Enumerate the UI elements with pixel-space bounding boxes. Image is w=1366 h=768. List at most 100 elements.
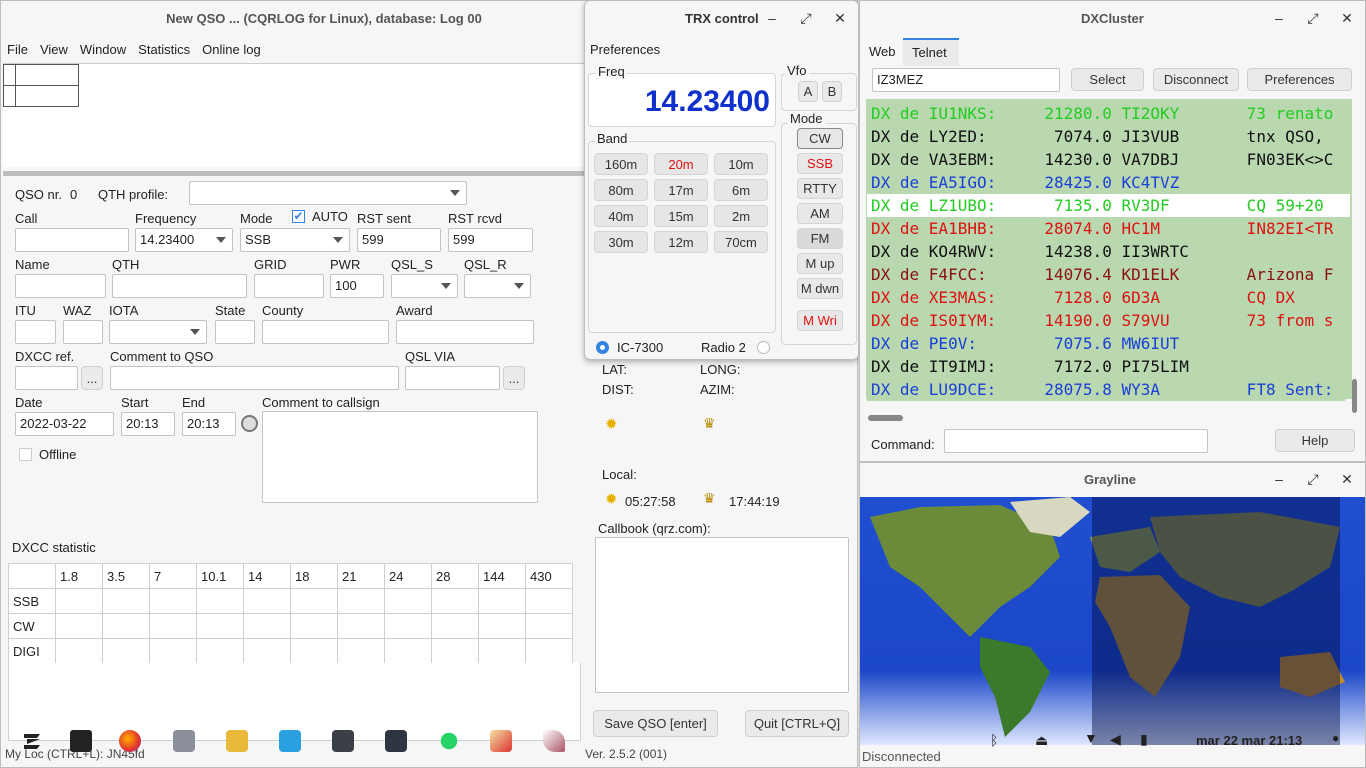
band-12m-button[interactable]: 12m	[654, 231, 708, 253]
band-20m-button[interactable]: 20m	[654, 153, 708, 175]
comment-qso-input[interactable]	[110, 366, 399, 390]
eject-icon[interactable]: ⏏	[1035, 732, 1048, 749]
qth-profile-select[interactable]	[189, 181, 467, 205]
state-input[interactable]	[215, 320, 255, 344]
band-80m-button[interactable]: 80m	[594, 179, 648, 201]
minimize-icon[interactable]: –	[766, 10, 778, 26]
qsl-s-select[interactable]	[391, 274, 458, 298]
mode-am-button[interactable]: AM	[797, 203, 843, 224]
band-70cm-button[interactable]: 70cm	[714, 231, 768, 253]
spot-row[interactable]: DX de EA1BHB: 28074.0 HC1M IN82EI<TR	[867, 217, 1350, 240]
radio1-radio[interactable]	[596, 341, 609, 354]
date-input[interactable]: 2022-03-22	[15, 412, 114, 436]
radio2-radio[interactable]	[757, 341, 770, 354]
menu-file[interactable]: File	[7, 42, 28, 57]
dxcc-ref-input[interactable]	[15, 366, 78, 390]
spot-row[interactable]: DX de KO4RWV: 14238.0 II3WRTC	[867, 240, 1350, 263]
maximize-icon[interactable]: ⤢	[1307, 10, 1319, 27]
bluetooth-icon[interactable]: ᛒ	[990, 732, 998, 748]
pwr-input[interactable]: 100	[330, 274, 384, 298]
quit-button[interactable]: Quit [CTRL+Q]	[745, 710, 849, 737]
spot-row[interactable]: DX de PE0V: 7075.6 MW6IUT	[867, 332, 1350, 355]
award-input[interactable]	[396, 320, 534, 344]
camera-icon[interactable]	[279, 730, 301, 752]
dxc-vscrollbar[interactable]	[1352, 379, 1357, 413]
file-manager-icon[interactable]	[173, 730, 195, 752]
dxcc-browse-button[interactable]: ...	[81, 366, 103, 390]
vfo-a-button[interactable]: A	[798, 81, 818, 102]
mode-down-button[interactable]: M dwn	[797, 278, 843, 299]
panel-datetime[interactable]: mar 22 mar 21:13	[1196, 733, 1302, 748]
files-window-icon[interactable]	[70, 730, 92, 752]
close-icon[interactable]: ✕	[1341, 10, 1353, 27]
calculator-icon[interactable]	[332, 730, 354, 752]
dxc-disconnect-button[interactable]: Disconnect	[1153, 68, 1239, 91]
spot-row[interactable]: DX de F4FCC: 14076.4 KD1ELK Arizona F	[867, 263, 1350, 286]
mode-ssb-button[interactable]: SSB	[797, 153, 843, 174]
county-input[interactable]	[262, 320, 389, 344]
waz-input[interactable]	[63, 320, 103, 344]
splitter[interactable]	[3, 171, 587, 176]
dxc-callsign-input[interactable]: IZ3MEZ	[872, 68, 1060, 92]
qsl-r-select[interactable]	[464, 274, 531, 298]
band-160m-button[interactable]: 160m	[594, 153, 648, 175]
clock-icon[interactable]	[241, 415, 258, 432]
rst-rcvd-input[interactable]: 599	[448, 228, 533, 252]
qth-input[interactable]	[112, 274, 247, 298]
rst-sent-input[interactable]: 599	[357, 228, 441, 252]
spot-row[interactable]: DX de EA5IGO: 28425.0 KC4TVZ	[867, 171, 1350, 194]
whatsapp-icon[interactable]	[440, 732, 458, 750]
vfo-b-button[interactable]: B	[822, 81, 842, 102]
qsl-via-browse-button[interactable]: ...	[503, 366, 525, 390]
frequency-select[interactable]: 14.23400	[135, 228, 233, 252]
band-15m-button[interactable]: 15m	[654, 205, 708, 227]
menu-online-log[interactable]: Online log	[202, 42, 261, 57]
mode-rtty-button[interactable]: RTTY	[797, 178, 843, 199]
mode-fm-button[interactable]: FM	[797, 228, 843, 249]
dxc-hscrollbar[interactable]	[868, 415, 903, 421]
tab-telnet[interactable]: Telnet	[903, 38, 959, 66]
call-input[interactable]	[15, 228, 129, 252]
callbook-area[interactable]	[595, 537, 849, 693]
wifi-icon[interactable]: ▼	[1084, 730, 1098, 746]
band-2m-button[interactable]: 2m	[714, 205, 768, 227]
mode-cw-button[interactable]: CW	[797, 128, 843, 149]
close-icon[interactable]: ✕	[1341, 471, 1353, 488]
world-map[interactable]	[860, 497, 1365, 745]
menu-view[interactable]: View	[40, 42, 68, 57]
spot-row[interactable]: DX de LU9DCE: 28075.8 WY3A FT8 Sent:	[867, 378, 1345, 401]
tab-web[interactable]: Web	[869, 44, 896, 59]
itu-input[interactable]	[15, 320, 56, 344]
band-10m-button[interactable]: 10m	[714, 153, 768, 175]
menu-statistics[interactable]: Statistics	[138, 42, 190, 57]
band-17m-button[interactable]: 17m	[654, 179, 708, 201]
offline-checkbox[interactable]	[19, 448, 32, 461]
dxc-preferences-button[interactable]: Preferences	[1247, 68, 1352, 91]
iota-select[interactable]	[109, 320, 207, 344]
cqrlog-icon[interactable]	[490, 730, 512, 752]
band-30m-button[interactable]: 30m	[594, 231, 648, 253]
spot-row[interactable]: DX de IS0IYM: 14190.0 S79VU 73 from s	[867, 309, 1350, 332]
software-icon[interactable]	[226, 730, 248, 752]
start-input[interactable]: 20:13	[121, 412, 175, 436]
spot-row[interactable]: DX de IU1NKS: 21280.0 TI2OKY 73 renato	[867, 102, 1350, 125]
auto-checkbox[interactable]: ✔	[292, 210, 305, 223]
mode-write-button[interactable]: M Wri	[797, 310, 843, 331]
command-input[interactable]	[944, 429, 1208, 453]
band-6m-button[interactable]: 6m	[714, 179, 768, 201]
end-input[interactable]: 20:13	[182, 412, 236, 436]
spot-row[interactable]: DX de VA3EBM: 14230.0 VA7DBJ FN03EK<>C	[867, 148, 1350, 171]
maximize-icon[interactable]: ⤢	[800, 10, 812, 27]
spot-row[interactable]: DX de LZ1UBO: 7135.0 RV3DF CQ 59+20	[867, 194, 1350, 217]
comment-call-textarea[interactable]	[262, 411, 538, 503]
qsl-via-input[interactable]	[405, 366, 500, 390]
grid-input[interactable]	[254, 274, 324, 298]
mode-up-button[interactable]: M up	[797, 253, 843, 274]
dxc-select-button[interactable]: Select	[1071, 68, 1144, 91]
menu-window[interactable]: Window	[80, 42, 126, 57]
close-icon[interactable]: ✕	[834, 10, 846, 27]
previous-qso-grid[interactable]	[3, 63, 585, 167]
maximize-icon[interactable]: ⤢	[1307, 471, 1319, 488]
band-40m-button[interactable]: 40m	[594, 205, 648, 227]
trx-preferences-menu[interactable]: Preferences	[590, 42, 660, 57]
